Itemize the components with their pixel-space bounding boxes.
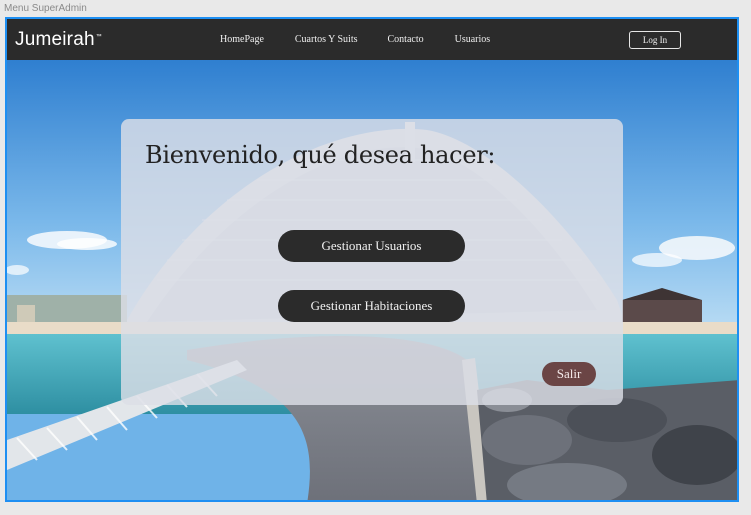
welcome-title: Bienvenido, qué desea hacer: [145, 141, 496, 169]
manage-rooms-button[interactable]: Gestionar Habitaciones [278, 290, 465, 322]
login-button[interactable]: Log In [629, 31, 681, 49]
nav-links: HomePage Cuartos Y Suits Contacto Usuari… [220, 34, 490, 45]
exit-button[interactable]: Salir [542, 362, 596, 386]
manage-users-button[interactable]: Gestionar Usuarios [278, 230, 465, 262]
app-frame: Jumeirah™ HomePage Cuartos Y Suits Conta… [5, 17, 739, 502]
frame-label: Menu SuperAdmin [4, 3, 87, 14]
brand-name: Jumeirah [15, 29, 95, 50]
top-navbar: Jumeirah™ HomePage Cuartos Y Suits Conta… [7, 19, 737, 60]
brand-logo[interactable]: Jumeirah™ [15, 29, 102, 51]
brand-trademark: ™ [95, 33, 102, 40]
nav-link-homepage[interactable]: HomePage [220, 34, 264, 45]
nav-link-users[interactable]: Usuarios [455, 34, 491, 45]
nav-link-rooms[interactable]: Cuartos Y Suits [295, 34, 358, 45]
nav-link-contact[interactable]: Contacto [388, 34, 424, 45]
welcome-card: Bienvenido, qué desea hacer: Gestionar U… [121, 119, 623, 405]
